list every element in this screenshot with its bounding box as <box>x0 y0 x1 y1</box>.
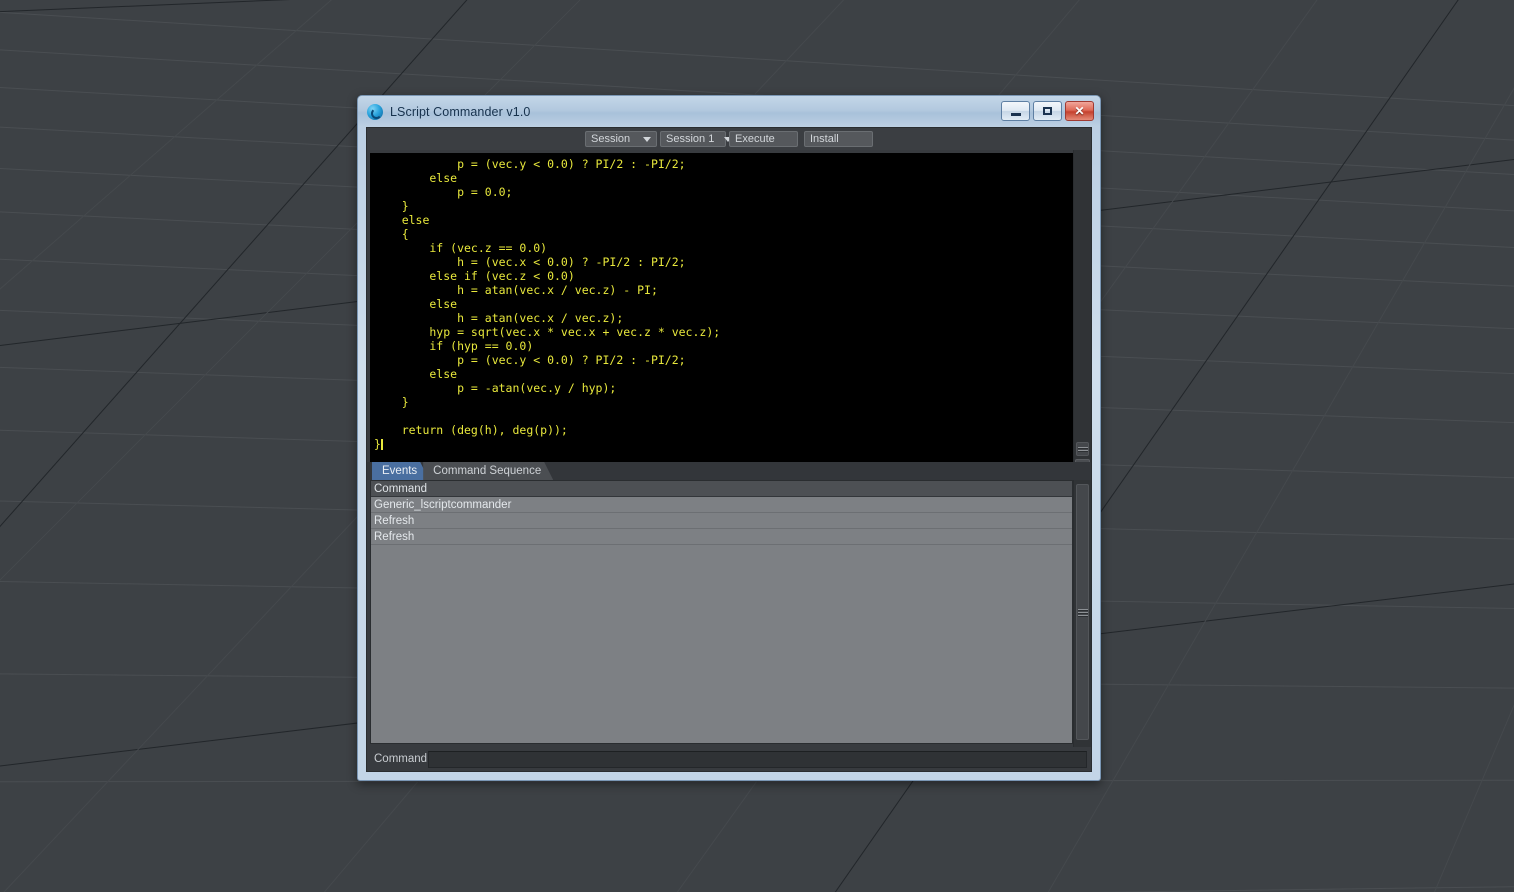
events-list-region: Command Generic_lscriptcommander Refresh… <box>367 480 1091 747</box>
grip-icon <box>1077 445 1088 453</box>
lightwave-logo-icon <box>367 103 383 120</box>
editor-scrollbar-thumb[interactable] <box>1076 442 1089 456</box>
table-row[interactable]: Generic_lscriptcommander <box>371 497 1072 513</box>
window-title-bar[interactable]: LScript Commander v1.0 ✕ <box>358 96 1100 127</box>
minimize-icon <box>1010 112 1021 116</box>
command-entry-bar: Command <box>367 747 1091 771</box>
minimize-button[interactable] <box>1001 101 1030 121</box>
list-scrollbar-thumb[interactable] <box>1076 484 1089 740</box>
session-type-select[interactable]: Session <box>585 131 657 147</box>
execute-button[interactable]: Execute <box>729 131 798 147</box>
session-number-select[interactable]: Session 1 <box>660 131 733 147</box>
events-list[interactable]: Command Generic_lscriptcommander Refresh… <box>370 480 1073 744</box>
window-controls: ✕ <box>1001 101 1094 121</box>
list-empty-space <box>371 545 1072 743</box>
list-vertical-scrollbar[interactable] <box>1073 480 1091 747</box>
text-caret <box>380 439 383 450</box>
close-icon: ✕ <box>1074 104 1085 118</box>
lscript-commander-window: LScript Commander v1.0 ✕ Session Session… <box>357 95 1101 781</box>
toolbar: Session Session 1 Execute Install <box>367 128 1091 150</box>
command-input[interactable] <box>428 750 1087 768</box>
session-type-value: Session <box>591 133 631 145</box>
restore-icon <box>1043 107 1052 115</box>
column-header-command: Command <box>371 481 1072 497</box>
chevron-down-icon <box>643 136 651 142</box>
panel-tabs: Events Command Sequence <box>367 462 1091 480</box>
window-title: LScript Commander v1.0 <box>390 104 531 119</box>
tab-events[interactable]: Events <box>372 462 429 480</box>
session-number-value: Session 1 <box>666 133 715 145</box>
install-button[interactable]: Install <box>804 131 873 147</box>
table-row[interactable]: Refresh <box>371 529 1072 545</box>
close-button[interactable]: ✕ <box>1065 101 1094 121</box>
window-client-area: Session Session 1 Execute Install p = (v… <box>366 127 1092 772</box>
editor-vertical-scrollbar[interactable] <box>1073 150 1091 474</box>
script-code-text: p = (vec.y < 0.0) ? PI/2 : -PI/2; else p… <box>374 157 721 451</box>
grip-icon <box>1077 607 1088 618</box>
script-code-editor[interactable]: p = (vec.y < 0.0) ? PI/2 : -PI/2; else p… <box>370 153 1073 462</box>
code-editor-region: p = (vec.y < 0.0) ? PI/2 : -PI/2; else p… <box>367 150 1091 474</box>
maximize-restore-button[interactable] <box>1033 101 1062 121</box>
table-row[interactable]: Refresh <box>371 513 1072 529</box>
tab-command-sequence[interactable]: Command Sequence <box>423 462 553 480</box>
command-input-label: Command <box>374 753 428 765</box>
